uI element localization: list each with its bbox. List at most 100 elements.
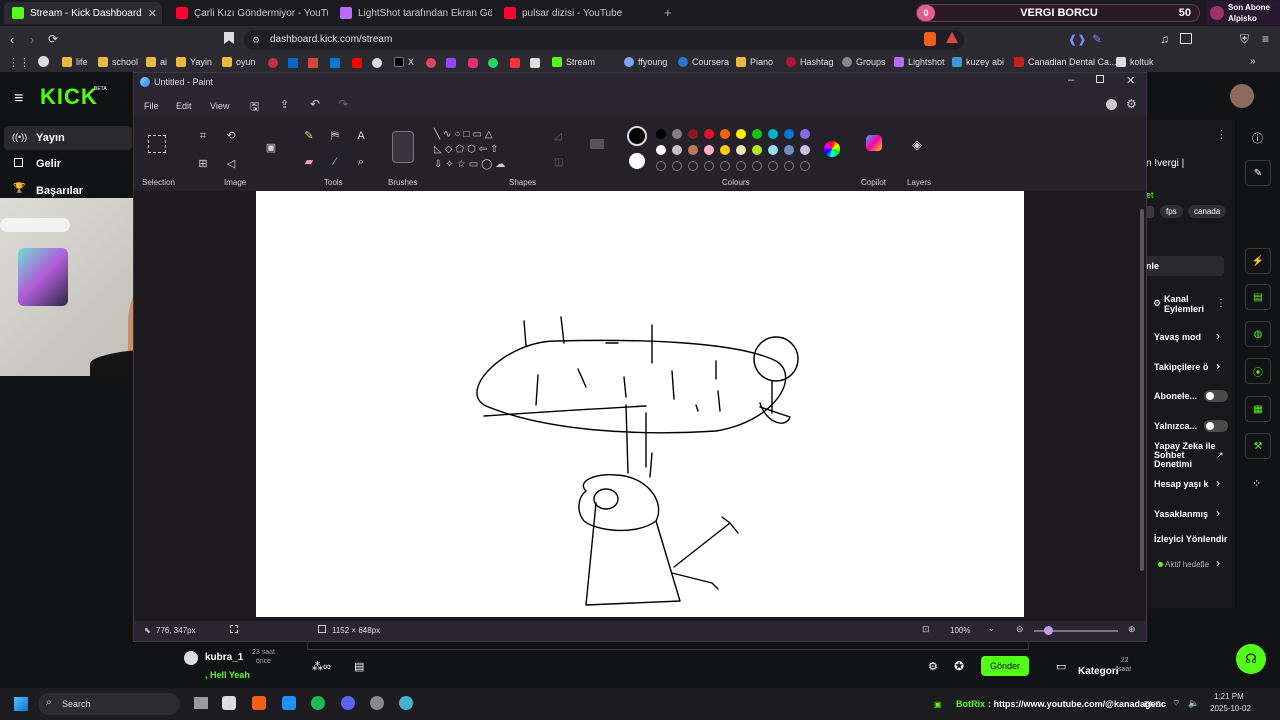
back-icon[interactable]: ‹ xyxy=(10,32,14,47)
windows-start-icon[interactable] xyxy=(14,697,28,711)
empty-colour-slot[interactable] xyxy=(736,161,746,171)
obs-icon[interactable] xyxy=(370,696,384,710)
chat-username[interactable]: kubra_1 xyxy=(205,652,243,663)
action-viewer-redirect[interactable]: İzleyici Yönlendir xyxy=(1154,534,1227,544)
more-options-icon[interactable]: ⋮ xyxy=(1216,128,1227,141)
chevron-right-icon[interactable]: » xyxy=(1250,56,1256,67)
menu-file[interactable]: File xyxy=(144,101,159,111)
edit-icon[interactable]: ✎ xyxy=(1245,160,1271,186)
action-emotes-only[interactable]: Yalnızca... xyxy=(1154,421,1197,431)
media-icon[interactable]: ♫ xyxy=(1160,32,1169,46)
taskbar-search[interactable]: ⌕ Search xyxy=(38,693,180,715)
colour-swatch[interactable] xyxy=(800,129,810,139)
bookmark-ai[interactable]: ai xyxy=(146,57,167,67)
emote-icon[interactable]: ⁂∞ xyxy=(312,660,331,673)
colour-swatch[interactable] xyxy=(736,145,746,155)
avatar[interactable] xyxy=(1230,84,1254,108)
reload-icon[interactable]: ⟳ xyxy=(48,32,58,46)
external-link-icon[interactable]: ↗ xyxy=(1216,450,1224,461)
zoom-in-icon[interactable]: ⊕ xyxy=(1128,624,1136,635)
chevron-right-icon[interactable]: › xyxy=(1216,359,1220,373)
brush-picker[interactable] xyxy=(392,131,414,163)
emotes-only-toggle[interactable] xyxy=(1204,420,1228,432)
empty-colour-slot[interactable] xyxy=(656,161,666,171)
brave-shield-icon[interactable] xyxy=(924,32,936,46)
youtube-icon[interactable] xyxy=(352,58,362,68)
colour-swatch[interactable] xyxy=(720,129,730,139)
tumblr-icon[interactable] xyxy=(510,58,520,68)
broadcast-icon[interactable]: ⦿ xyxy=(1245,358,1271,384)
chevron-right-icon[interactable]: › xyxy=(1216,476,1220,490)
colour-swatch[interactable] xyxy=(688,145,698,155)
image-background-icon[interactable]: ▣ xyxy=(264,141,278,155)
bookmark-kuzey-abi[interactable]: kuzey abi xyxy=(952,57,1004,67)
bookmark-groups[interactable]: Groups xyxy=(842,57,886,67)
volume-icon[interactable]: 🔈 xyxy=(1188,698,1199,709)
new-tab-button[interactable]: + xyxy=(664,5,672,20)
lightning-icon[interactable]: ⚡ xyxy=(1245,248,1271,274)
pen-extension-icon[interactable]: ✎ xyxy=(1092,32,1102,46)
zoom-out-icon[interactable]: ⊖ xyxy=(1016,624,1024,635)
sidebar-icon[interactable] xyxy=(1180,33,1192,44)
gmail-icon[interactable] xyxy=(308,58,318,68)
chevron-right-icon[interactable]: › xyxy=(1216,506,1220,520)
zoom-slider[interactable] xyxy=(1034,626,1118,635)
crop-icon[interactable]: ⌗ xyxy=(196,129,210,143)
save-icon[interactable]: 🖫 xyxy=(250,98,259,117)
store-icon[interactable]: ▤ xyxy=(354,660,364,673)
account-icon[interactable] xyxy=(1106,99,1117,110)
vertical-scrollbar[interactable] xyxy=(1140,209,1144,571)
layout-icon[interactable]: ▦ xyxy=(1245,396,1271,422)
site-settings-icon[interactable]: ⚙ xyxy=(252,30,260,50)
hamburger-menu-icon[interactable]: ≡ xyxy=(14,90,23,108)
brave-rewards-icon[interactable] xyxy=(946,32,958,43)
colour-swatch[interactable] xyxy=(704,145,714,155)
pinterest-icon[interactable] xyxy=(426,58,436,68)
colour-swatch[interactable] xyxy=(784,145,794,155)
colour-swatch[interactable] xyxy=(720,145,730,155)
empty-colour-slot[interactable] xyxy=(672,161,682,171)
file-explorer-icon[interactable] xyxy=(222,696,236,710)
clock-time[interactable]: 1:21 PM xyxy=(1214,692,1244,701)
more-options-icon[interactable]: ⋮ xyxy=(1216,298,1226,309)
tag-chip[interactable]: canada xyxy=(1188,205,1227,218)
google-icon[interactable] xyxy=(38,56,49,67)
tag-chip[interactable]: fps xyxy=(1160,205,1183,218)
chat-bubble-icon[interactable]: ◍ xyxy=(1245,321,1271,347)
drawing-canvas[interactable] xyxy=(256,191,1024,617)
colour-swatch[interactable] xyxy=(656,129,666,139)
colour-swatch[interactable] xyxy=(752,145,762,155)
empty-colour-slot[interactable] xyxy=(720,161,730,171)
tab-youtube-1[interactable]: Çarli Kızı Göndermiyor - YouTube xyxy=(168,2,328,24)
colour-swatch[interactable] xyxy=(656,145,666,155)
bookmark-x[interactable]: X xyxy=(394,57,414,67)
twitch-icon[interactable] xyxy=(446,58,456,68)
site-icon[interactable] xyxy=(268,58,278,68)
pencil-icon[interactable]: ✎ xyxy=(302,129,316,143)
clock-date[interactable]: 2025-10-02 xyxy=(1210,704,1251,713)
bookmark-yayin[interactable]: Yayin xyxy=(176,57,212,67)
colour-swatch[interactable] xyxy=(784,129,794,139)
bookmark-coursera[interactable]: Coursera xyxy=(678,57,729,67)
kick-logo[interactable]: KICK xyxy=(40,84,98,110)
secondary-colour[interactable] xyxy=(629,153,645,169)
action-followers-only[interactable]: Takipçilere ö xyxy=(1154,362,1208,372)
bookmark-icon[interactable] xyxy=(224,32,234,44)
url-field[interactable]: ⚙ dashboard.kick.com/stream xyxy=(244,30,964,50)
primary-colour[interactable] xyxy=(627,126,647,146)
paint-icon[interactable] xyxy=(399,696,413,710)
whatsapp-icon[interactable] xyxy=(488,58,498,68)
minimize-icon[interactable]: – xyxy=(1068,74,1074,86)
subscribers-only-toggle[interactable] xyxy=(1204,390,1228,402)
layers-icon[interactable]: ◈ xyxy=(912,137,922,153)
colour-swatch[interactable] xyxy=(752,129,762,139)
action-ai-moderation[interactable]: Yapay Zeka ile Sohbet Denetimi xyxy=(1154,442,1216,469)
action-subscribers-only[interactable]: Abonele... xyxy=(1154,391,1197,401)
action-banned-words[interactable]: Yasaklanmış xyxy=(1154,509,1208,519)
bookmark-koltuk[interactable]: koltuk xyxy=(1116,57,1154,67)
empty-colour-slot[interactable] xyxy=(768,161,778,171)
colour-swatch[interactable] xyxy=(768,145,778,155)
settings-icon[interactable]: ⚙ xyxy=(928,660,938,673)
redo-icon[interactable]: ↷ xyxy=(338,97,348,111)
fit-screen-icon[interactable]: ⊡ xyxy=(922,624,930,635)
